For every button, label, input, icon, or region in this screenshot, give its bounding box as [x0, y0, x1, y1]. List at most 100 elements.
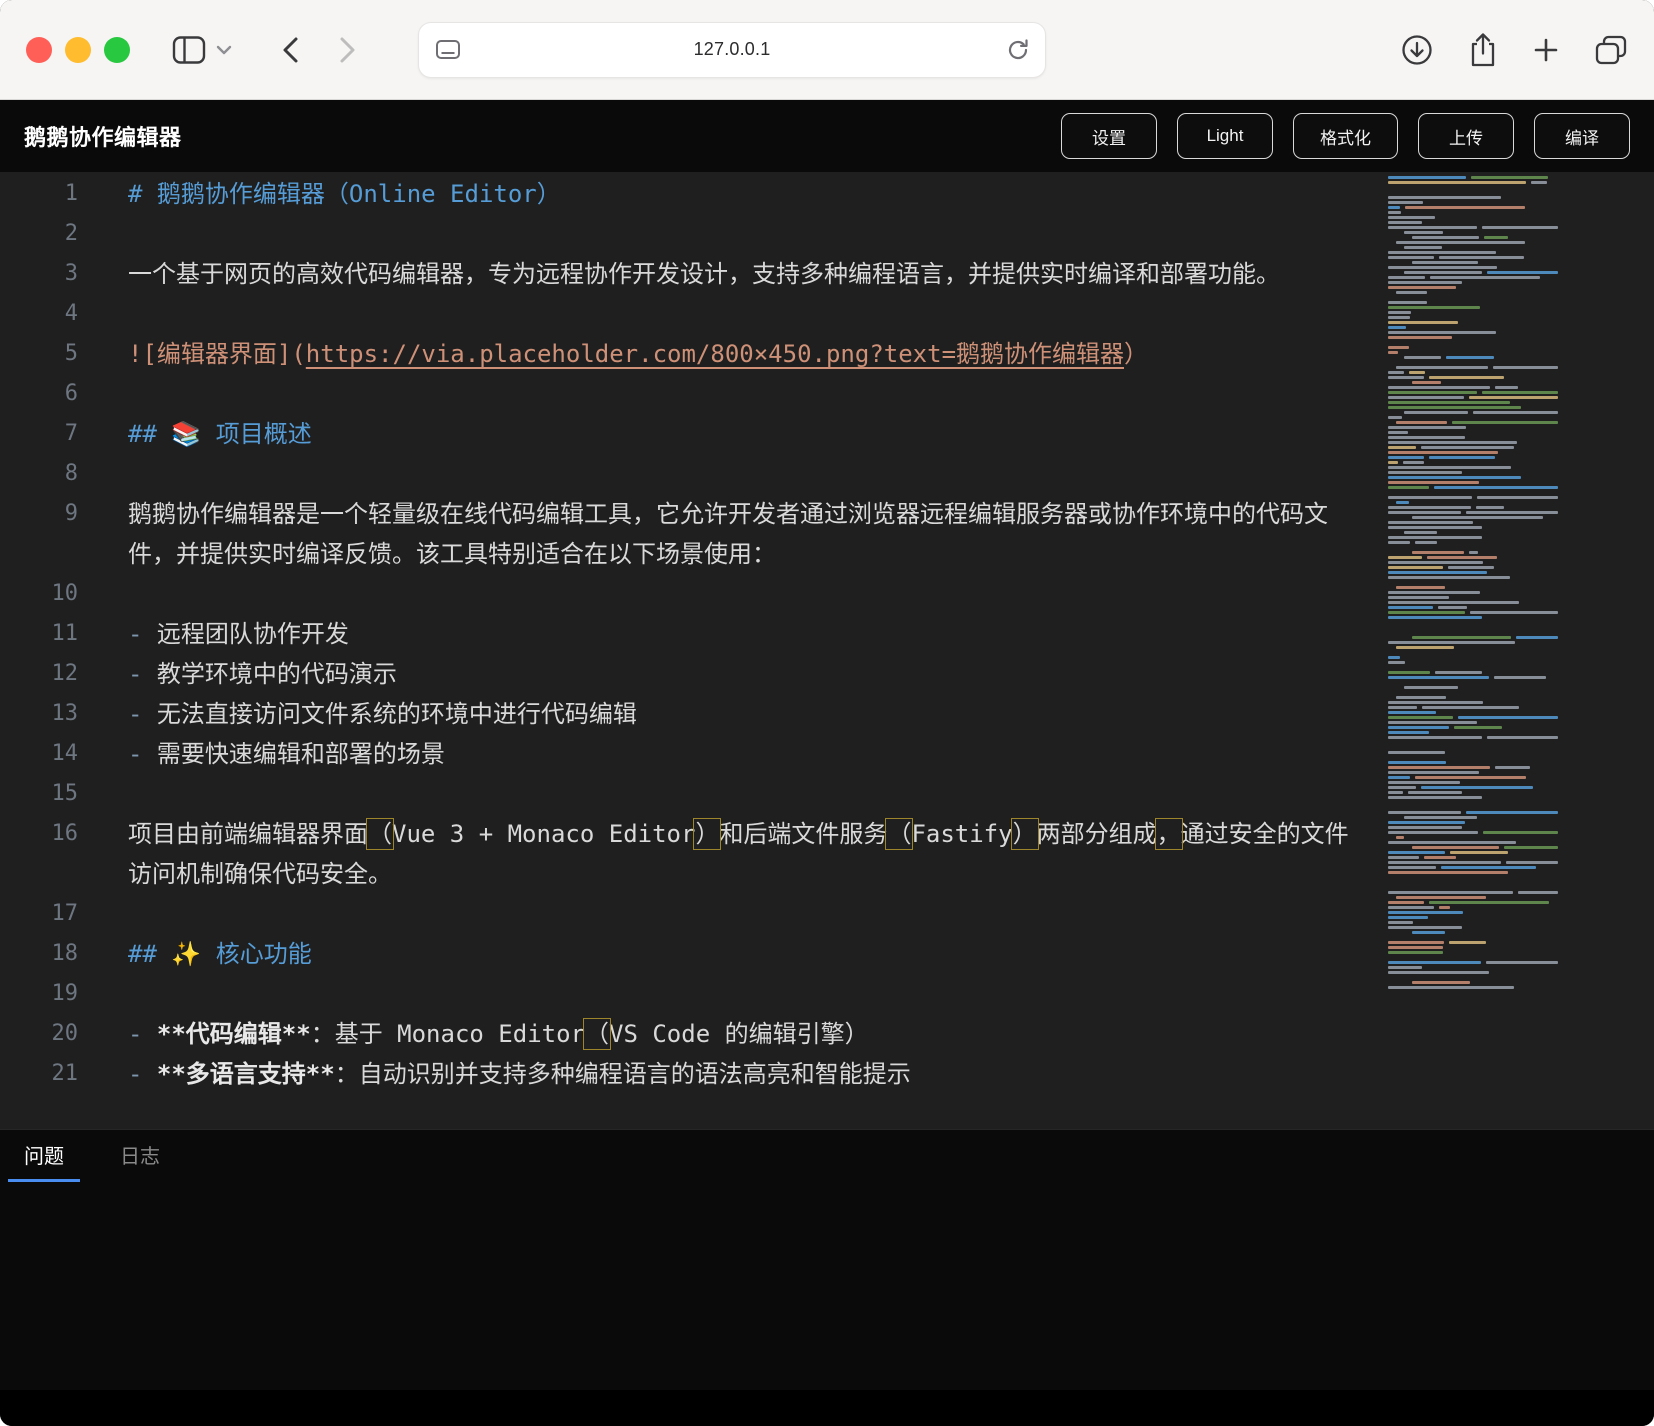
panel-tab-problems[interactable]: 问题	[8, 1130, 80, 1182]
line-number: 19	[0, 974, 78, 1014]
chevron-down-icon	[216, 44, 232, 56]
minimap-row	[1388, 191, 1558, 194]
zoom-window-button[interactable]	[104, 37, 130, 63]
line-number: 21	[0, 1054, 78, 1094]
minimap-row	[1388, 461, 1558, 464]
line-number: 9	[0, 494, 78, 574]
minimap-row	[1388, 691, 1558, 694]
minimap-row	[1388, 221, 1558, 224]
minimap-row	[1388, 316, 1558, 319]
minimap-row	[1388, 886, 1558, 889]
minimap-row	[1388, 876, 1558, 879]
line-number: 13	[0, 694, 78, 734]
minimap-row	[1388, 956, 1558, 959]
minimap-row	[1388, 821, 1558, 824]
minimap-row	[1388, 436, 1558, 439]
close-window-button[interactable]	[26, 37, 52, 63]
address-bar[interactable]: 127.0.0.1	[418, 22, 1046, 78]
minimap-row	[1388, 641, 1558, 644]
tab-overview-button[interactable]	[1594, 34, 1628, 66]
minimap-row	[1388, 716, 1558, 719]
minimap-row	[1388, 906, 1558, 909]
minimap-row	[1388, 366, 1558, 369]
back-button[interactable]	[278, 35, 304, 65]
minimap-row	[1388, 566, 1558, 569]
minimap-row	[1388, 711, 1558, 714]
forward-button[interactable]	[334, 35, 360, 65]
minimap-row	[1388, 296, 1558, 299]
page-format-icon[interactable]	[435, 38, 461, 62]
minimap-row	[1388, 311, 1558, 314]
downloads-button[interactable]	[1400, 33, 1434, 67]
minimap-row	[1388, 791, 1558, 794]
toolbar-button-compile[interactable]: 编译	[1534, 113, 1630, 159]
minimap-row	[1388, 746, 1558, 749]
minimap-row	[1388, 761, 1558, 764]
sidebar-menu-button[interactable]	[216, 44, 232, 56]
minimap-row	[1388, 776, 1558, 779]
minimap-row	[1388, 431, 1558, 434]
minimap-row	[1388, 806, 1558, 809]
minimap-row	[1388, 401, 1558, 404]
minimap-row	[1388, 211, 1558, 214]
toolbar-button-theme[interactable]: Light	[1177, 113, 1273, 159]
line-number: 5	[0, 334, 78, 374]
minimap-row	[1388, 626, 1558, 629]
line-number: 14	[0, 734, 78, 774]
minimap-row	[1388, 976, 1558, 979]
minimap-row	[1388, 406, 1558, 409]
minimap-row	[1388, 476, 1558, 479]
minimap-row	[1388, 271, 1558, 274]
minimap-row	[1388, 851, 1558, 854]
minimap-row	[1388, 451, 1558, 454]
minimap[interactable]	[1382, 172, 1654, 1129]
minimap-row	[1388, 326, 1558, 329]
minimap-row	[1388, 891, 1558, 894]
minimap-row	[1388, 416, 1558, 419]
minimap-row	[1388, 941, 1558, 944]
line-number: 12	[0, 654, 78, 694]
minimap-row	[1388, 506, 1558, 509]
minimap-row	[1388, 421, 1558, 424]
minimap-row	[1388, 376, 1558, 379]
minimap-row	[1388, 411, 1558, 414]
panel-tab-logs[interactable]: 日志	[104, 1130, 176, 1182]
minimap-row	[1388, 286, 1558, 289]
minimap-row	[1388, 441, 1558, 444]
sidebar-toggle-button[interactable]	[172, 35, 206, 65]
minimap-row	[1388, 656, 1558, 659]
minimap-row	[1388, 526, 1558, 529]
minimap-row	[1388, 831, 1558, 834]
share-button[interactable]	[1468, 32, 1498, 68]
minimap-row	[1388, 896, 1558, 899]
minimap-row	[1388, 426, 1558, 429]
minimap-row	[1388, 826, 1558, 829]
new-tab-button[interactable]	[1532, 36, 1560, 64]
traffic-lights	[26, 37, 130, 63]
minimap-row	[1388, 666, 1558, 669]
minimap-row	[1388, 391, 1558, 394]
reload-icon[interactable]	[1005, 37, 1031, 63]
minimap-row	[1388, 251, 1558, 254]
minimap-row	[1388, 276, 1558, 279]
line-number: 17	[0, 894, 78, 934]
minimap-row	[1388, 536, 1558, 539]
minimap-row	[1388, 671, 1558, 674]
url-text[interactable]: 127.0.0.1	[694, 39, 771, 60]
minimap-row	[1388, 466, 1558, 469]
minimap-row	[1388, 951, 1558, 954]
toolbar-button-format[interactable]: 格式化	[1293, 113, 1398, 159]
minimap-row	[1388, 861, 1558, 864]
minimap-row	[1388, 336, 1558, 339]
download-icon	[1400, 33, 1434, 67]
minimap-row	[1388, 596, 1558, 599]
minimap-row	[1388, 346, 1558, 349]
minimize-window-button[interactable]	[65, 37, 91, 63]
toolbar-button-settings[interactable]: 设置	[1061, 113, 1157, 159]
minimap-row	[1388, 256, 1558, 259]
code-editor[interactable]: 1# 鹅鹅协作编辑器（Online Editor）23一个基于网页的高效代码编辑…	[0, 172, 1654, 1129]
toolbar-button-upload[interactable]: 上传	[1418, 113, 1514, 159]
minimap-row	[1388, 706, 1558, 709]
minimap-row	[1388, 926, 1558, 929]
minimap-row	[1388, 571, 1558, 574]
